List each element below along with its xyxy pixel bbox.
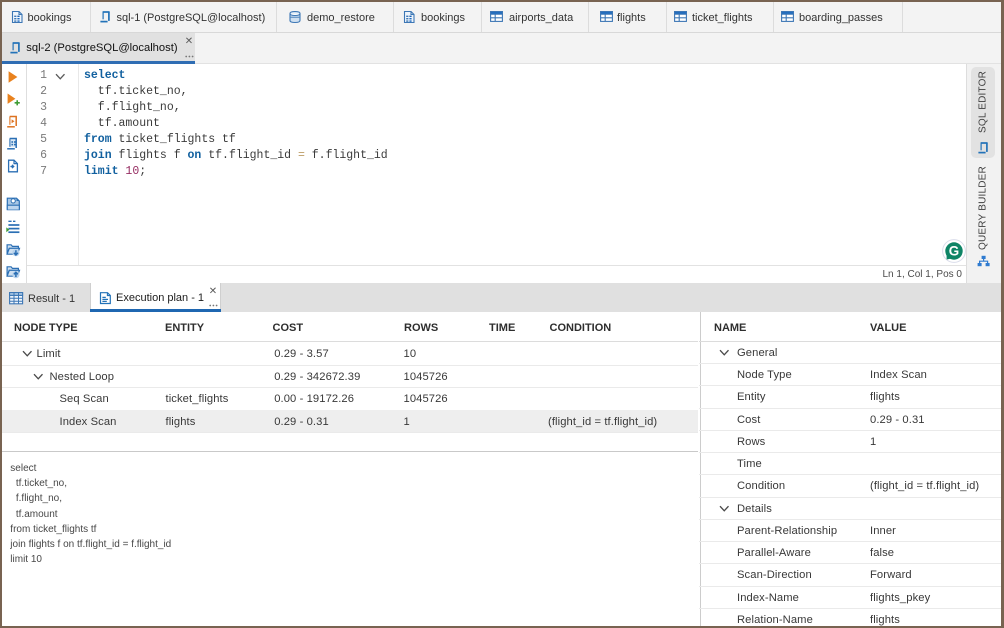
svg-text:G: G — [949, 244, 959, 259]
